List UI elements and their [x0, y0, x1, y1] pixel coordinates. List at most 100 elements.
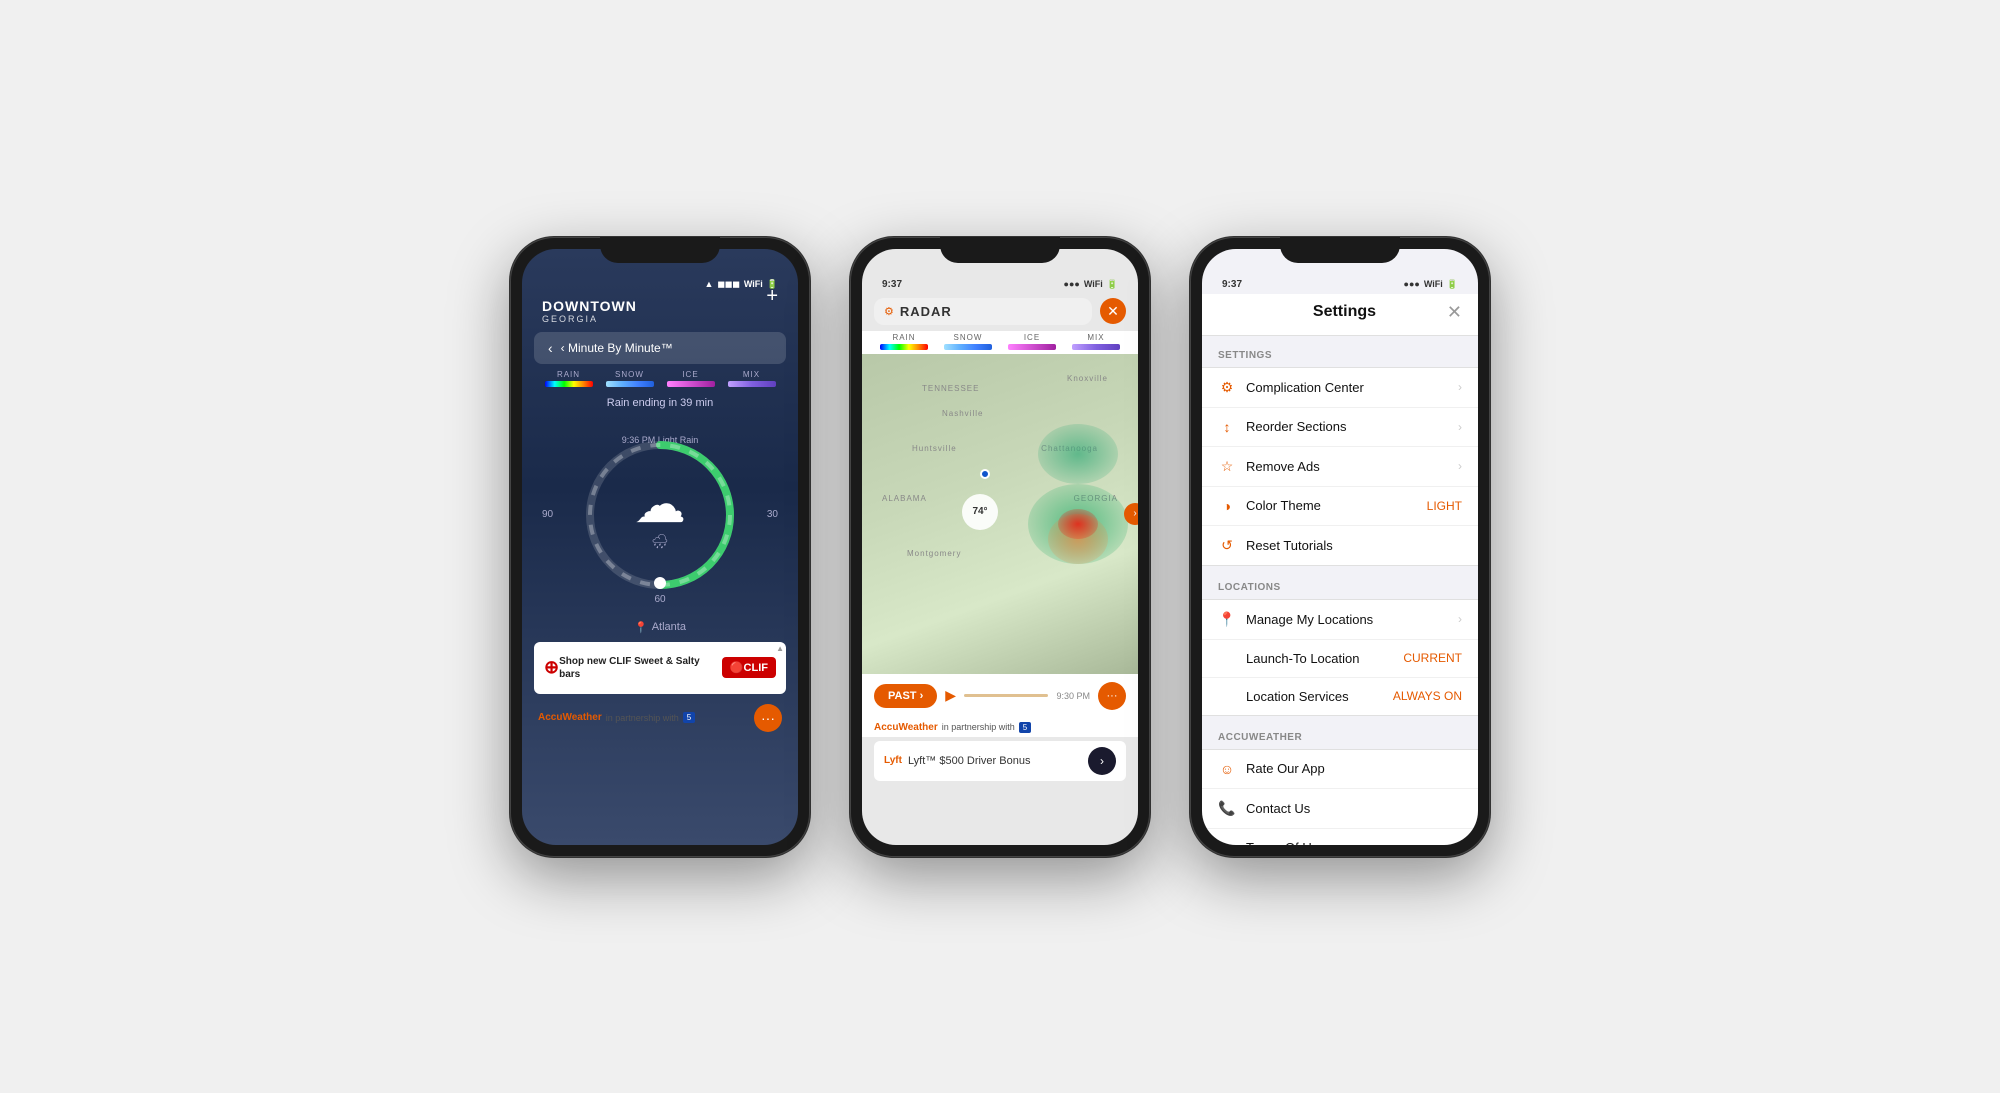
settings-group-locations: 📍 Manage My Locations › Launch-To Locati…	[1202, 599, 1478, 716]
chevron-icon: ›	[1458, 459, 1462, 473]
precipitation-legend: RAIN SNOW ICE MIX	[522, 364, 798, 393]
ice-bar	[1008, 344, 1056, 350]
back-icon[interactable]: ‹	[548, 340, 553, 356]
radar-blob-2	[1038, 424, 1118, 484]
location-services-label: Location Services	[1246, 689, 1383, 704]
manage-locations-row[interactable]: 📍 Manage My Locations ›	[1202, 600, 1478, 640]
radar-blob-1	[1018, 384, 1078, 424]
accuweather-bar: AccuWeather in partnership with 5	[862, 718, 1138, 737]
mix-legend: MIX	[728, 370, 776, 387]
launch-location-row[interactable]: Launch-To Location CURRENT	[1202, 640, 1478, 678]
bottom-bar: AccuWeather in partnership with 5 ···	[522, 698, 798, 736]
location-icon: 📍	[1218, 611, 1236, 628]
partner-logo: 5	[683, 712, 695, 723]
reset-icon: ↺	[1218, 537, 1236, 554]
timeline-time: 9:30 PM	[1056, 691, 1090, 701]
color-theme-icon: ◑	[1218, 498, 1236, 514]
ad-arrow-button[interactable]: ›	[1088, 747, 1116, 775]
rain-legend: RAIN	[545, 370, 593, 387]
chevron-icon: ›	[1458, 380, 1462, 394]
snow-legend: SNOW	[944, 333, 992, 350]
ad-text: Lyft™ $500 Driver Bonus	[908, 755, 1030, 767]
complication-label: Complication Center	[1246, 380, 1448, 395]
temperature-badge: 74°	[962, 494, 998, 530]
mix-bar	[728, 381, 776, 387]
color-theme-row[interactable]: ◑ Color Theme LIGHT	[1202, 487, 1478, 526]
ad-label: ▲	[776, 644, 784, 653]
terms-icon: 📄	[1218, 844, 1236, 845]
state-label-tennessee: TENNESSEE	[922, 384, 979, 393]
snow-bar	[944, 344, 992, 350]
timeline-track[interactable]	[964, 694, 1048, 697]
remove-ads-label: Remove Ads	[1246, 459, 1448, 474]
reset-tutorials-row[interactable]: ↺ Reset Tutorials	[1202, 526, 1478, 565]
past-button[interactable]: PAST ›	[874, 684, 937, 708]
contact-label: Contact Us	[1246, 801, 1462, 816]
accuweather-section-header: ACCUWEATHER	[1202, 718, 1478, 749]
radar-map[interactable]: TENNESSEE ALABAMA GEORGIA Knoxville Nash…	[862, 354, 1138, 674]
radar-blob-intense	[1058, 509, 1098, 539]
notch	[600, 237, 720, 263]
mix-bar	[1072, 344, 1120, 350]
terms-of-use-row[interactable]: 📄 Terms Of Use Version 11.4.5	[1202, 829, 1478, 845]
rate-label: Rate Our App	[1246, 761, 1462, 776]
close-radar-button[interactable]: ✕	[1100, 298, 1126, 324]
city-state: GEORGIA	[542, 314, 778, 324]
gauge-label-60: 60	[654, 594, 665, 605]
radar-options-button[interactable]: ···	[1098, 682, 1126, 710]
phone-weather: ▲◼◼◼WiFi🔋 DOWNTOWN GEORGIA + ‹ ‹ Minute …	[510, 237, 810, 857]
complication-icon: ⚙	[1218, 379, 1236, 396]
location-services-row[interactable]: Location Services ALWAYS ON	[1202, 678, 1478, 715]
phone-radar: 9:37 ●●●WiFi🔋 ⚙ RADAR ✕ RAIN	[850, 237, 1150, 857]
rain-ending-text: Rain ending in 39 min	[522, 393, 798, 415]
accuweather-logo: AccuWeather in partnership with 5	[538, 712, 695, 723]
reorder-sections-row[interactable]: ↕ Reorder Sections ›	[1202, 408, 1478, 447]
launch-label: Launch-To Location	[1246, 651, 1393, 666]
radar-timeline: PAST › ▶ 9:30 PM ···	[862, 674, 1138, 718]
status-icons: ●●●WiFi🔋	[1064, 279, 1118, 290]
reorder-icon: ↕	[1218, 419, 1236, 435]
complication-center-row[interactable]: ⚙ Complication Center ›	[1202, 368, 1478, 408]
ice-legend: ICE	[1008, 333, 1056, 350]
gauge-svg	[575, 430, 745, 600]
reorder-label: Reorder Sections	[1246, 419, 1448, 434]
city-label-huntsville: Huntsville	[912, 444, 957, 453]
city-label-montgomery: Montgomery	[907, 549, 961, 558]
status-time: 9:37	[1222, 279, 1242, 290]
rate-icon: ☺	[1218, 761, 1236, 777]
radar-search-bar[interactable]: ⚙ RADAR	[874, 298, 1092, 325]
manage-locations-label: Manage My Locations	[1246, 612, 1448, 627]
location-row: 📍 Atlanta	[522, 615, 798, 638]
advertisement-bottom: Lyft Lyft™ $500 Driver Bonus ›	[874, 741, 1126, 781]
city-label-nashville: Nashville	[942, 409, 983, 418]
close-settings-button[interactable]: ✕	[1447, 302, 1462, 323]
remove-ads-row[interactable]: ☆ Remove Ads ›	[1202, 447, 1478, 487]
clif-logo: 🔴CLIF	[722, 657, 776, 678]
radar-title: RADAR	[900, 304, 952, 319]
reset-label: Reset Tutorials	[1246, 538, 1462, 553]
launch-value: CURRENT	[1403, 651, 1462, 665]
rain-bar	[545, 381, 593, 387]
current-location-dot	[980, 469, 990, 479]
minute-by-minute-bar[interactable]: ‹ ‹ Minute By Minute™	[534, 332, 786, 364]
city-label-knoxville: Knoxville	[1067, 374, 1108, 383]
play-button[interactable]: ▶	[945, 687, 956, 704]
rain-legend: RAIN	[880, 333, 928, 350]
contact-us-row[interactable]: 📞 Contact Us	[1202, 789, 1478, 829]
location-pin-icon: 📍	[634, 621, 648, 634]
locations-section-header: LOCATIONS	[1202, 568, 1478, 599]
remove-ads-icon: ☆	[1218, 458, 1236, 475]
rain-bar	[880, 344, 928, 350]
mix-legend: MIX	[1072, 333, 1120, 350]
ice-legend: ICE	[667, 370, 715, 387]
chevron-icon: ›	[1458, 420, 1462, 434]
advertisement-banner: ⊕ Shop new CLIF Sweet & Salty bars 🔴CLIF	[534, 642, 786, 694]
map-background: TENNESSEE ALABAMA GEORGIA Knoxville Nash…	[862, 354, 1138, 674]
rate-app-row[interactable]: ☺ Rate Our App	[1202, 750, 1478, 789]
city-name: DOWNTOWN	[542, 298, 778, 314]
settings-title: Settings	[1242, 303, 1447, 321]
gauge-label-30: 30	[767, 509, 778, 520]
state-label-alabama: ALABAMA	[882, 494, 927, 503]
more-options-button[interactable]: ···	[754, 704, 782, 732]
lyft-ad: Lyft Lyft™ $500 Driver Bonus	[884, 755, 1030, 767]
